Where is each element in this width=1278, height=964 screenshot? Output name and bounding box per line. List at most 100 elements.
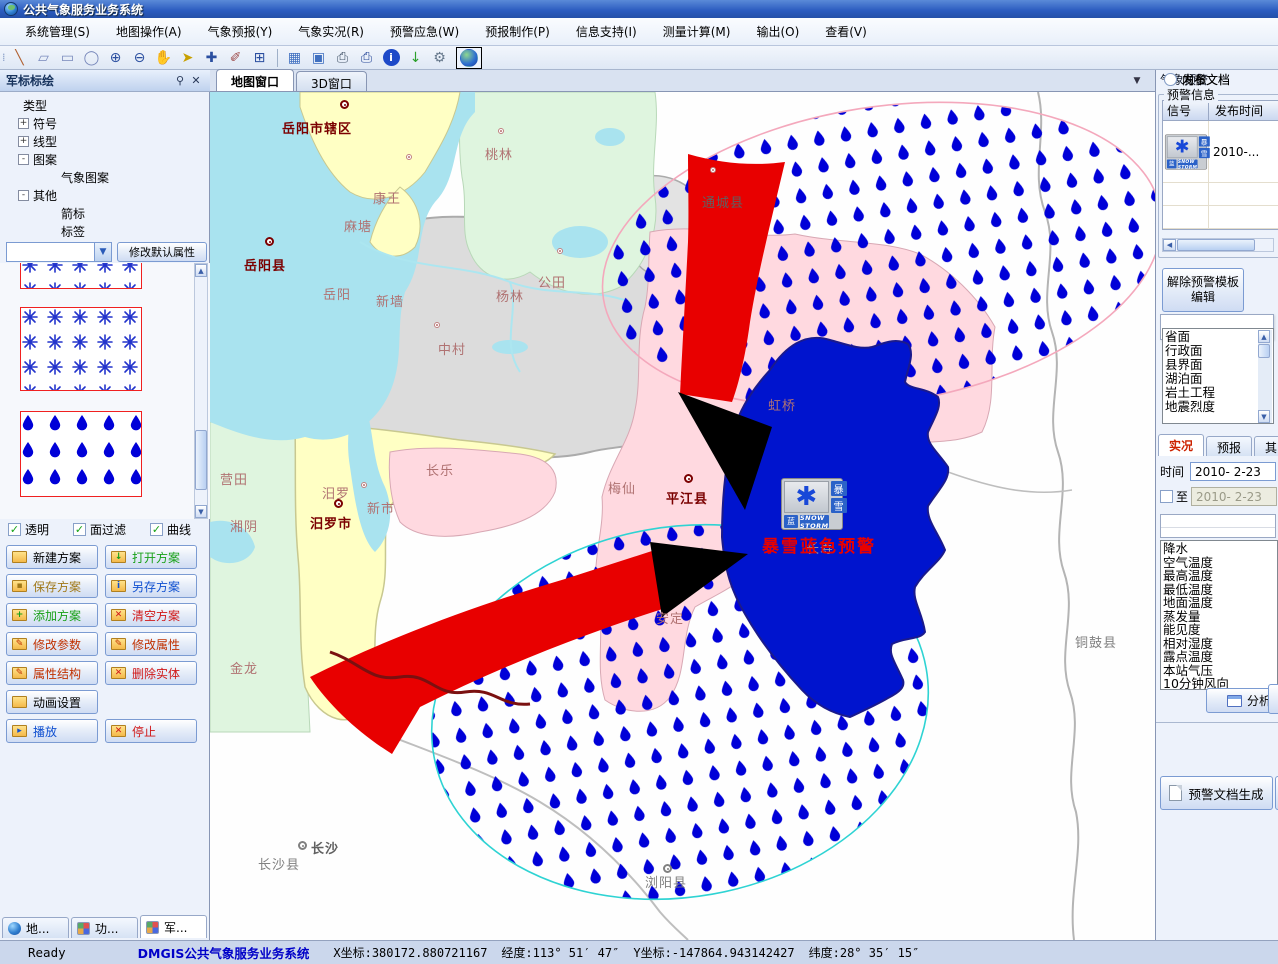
map-tab[interactable]: 3D窗口 <box>296 71 367 91</box>
window-icon[interactable]: ▣ <box>308 48 330 68</box>
rectangle-tool-icon[interactable]: ▭ <box>57 48 79 68</box>
tree-item[interactable]: + 符号 <box>18 114 204 132</box>
panel-tab[interactable]: 军... <box>140 915 207 938</box>
table-row[interactable] <box>1163 183 1278 206</box>
checkbox-box[interactable]: ✓ <box>73 523 86 536</box>
element-list-item[interactable]: 最高温度 <box>1163 569 1277 583</box>
tab[interactable]: 预报 <box>1206 436 1252 456</box>
layer-list-item[interactable]: 湖泊面 <box>1165 372 1273 386</box>
menu-item[interactable]: 气象实况(R) <box>285 19 377 44</box>
print-icon[interactable]: ⎙ <box>332 48 354 68</box>
tree-item[interactable]: 标签 <box>46 222 204 240</box>
zoom-in-icon[interactable]: ⊕ <box>105 48 127 68</box>
ellipse-tool-icon[interactable]: ◯ <box>81 48 103 68</box>
swatch-scrollbar[interactable]: ▲ ▼ <box>194 263 208 519</box>
layer-list-scrollbar[interactable]: ▲ ▼ <box>1258 330 1272 423</box>
element-combo-box[interactable] <box>1160 514 1276 538</box>
time-date-field[interactable]: 2010- 2-23 <box>1190 462 1276 481</box>
panel-tab[interactable]: 地... <box>2 917 69 938</box>
col-signal[interactable]: 信号 <box>1163 101 1209 120</box>
map-canvas[interactable]: 桃林康王麻塘岳阳新墙杨林公田中村虹桥长乐营田汨罗新市湘阴梅仙金龙安定长寿通城县铜… <box>210 92 1155 940</box>
table-hscrollbar[interactable]: ◀ <box>1162 238 1274 252</box>
element-list-item[interactable]: 最低温度 <box>1163 583 1277 597</box>
tree-item[interactable]: 箭标 <box>46 204 204 222</box>
clipped-button[interactable] <box>1268 684 1278 714</box>
tree-expander-icon[interactable]: + <box>18 118 29 129</box>
col-publish-time[interactable]: 发布时间 <box>1209 101 1278 120</box>
menu-item[interactable]: 气象预报(Y) <box>195 19 286 44</box>
polygon-tool-icon[interactable]: ▱ <box>33 48 55 68</box>
generate-warning-doc-button[interactable]: 预警文档生成 <box>1160 776 1273 810</box>
settings-gear-icon[interactable]: ⚙ <box>429 48 451 68</box>
line-tool-icon[interactable]: ╲ <box>9 48 31 68</box>
tree-item[interactable]: - 其他 <box>18 186 204 204</box>
snowflake-pattern-swatch-clipped[interactable] <box>20 263 142 289</box>
globe-tool-icon[interactable]: ● <box>460 49 478 67</box>
to-date-field[interactable]: 2010- 2-23 <box>1191 487 1277 506</box>
checkbox-box[interactable]: ✓ <box>8 523 21 536</box>
to-checkbox[interactable]: ✓ <box>1160 490 1173 503</box>
table-row[interactable]: ✱ 暴雪 蓝SNOW STORM 2010-... <box>1163 121 1278 183</box>
layer-list-item[interactable]: 行政面 <box>1165 344 1273 358</box>
cancel-warning-template-button[interactable]: 解除预警模板编辑 <box>1162 268 1244 312</box>
image-icon[interactable]: ▦ <box>284 48 306 68</box>
zoom-out-icon[interactable]: ⊖ <box>129 48 151 68</box>
element-list-item[interactable]: 露点温度 <box>1163 650 1277 664</box>
tree-item[interactable]: 气象图案 <box>46 168 204 186</box>
info-icon[interactable]: i <box>383 49 400 66</box>
layer-list-item[interactable]: 县界面 <box>1165 358 1273 372</box>
menu-item[interactable]: 查看(V) <box>812 19 880 44</box>
tree-expander-icon[interactable]: - <box>18 190 29 201</box>
snowflake-pattern-swatch[interactable] <box>20 307 142 391</box>
panel-tab[interactable]: 功... <box>71 917 138 938</box>
tree-expander-icon[interactable]: + <box>18 136 29 147</box>
element-list-item[interactable]: 相对湿度 <box>1163 637 1277 651</box>
element-list-item[interactable]: 降水 <box>1163 542 1277 556</box>
print-color-icon[interactable]: ⎙ <box>356 48 378 68</box>
menu-item[interactable]: 地图操作(A) <box>103 19 195 44</box>
snowstorm-warning-sign[interactable]: ✱ 暴 雪 蓝 SNOW STORM <box>781 478 843 530</box>
tree-item[interactable]: + 线型 <box>18 132 204 150</box>
pan-icon[interactable]: ✋ <box>153 48 175 68</box>
menu-item[interactable]: 信息支持(I) <box>563 19 650 44</box>
checkbox[interactable]: ✓ 透明 <box>8 521 49 538</box>
tree-expander-icon[interactable]: - <box>18 154 29 165</box>
toolbar-grip[interactable]: ⁞ <box>2 51 4 64</box>
tabstrip-dropdown-icon[interactable]: ▼ <box>1129 76 1145 86</box>
tree-item[interactable]: 类型 <box>8 96 204 114</box>
tab[interactable]: 其 <box>1254 436 1278 456</box>
download-icon[interactable]: ↓ <box>405 48 427 68</box>
layer-list-item[interactable]: 地震烈度 <box>1165 400 1273 414</box>
tab[interactable]: 实况 <box>1158 434 1204 456</box>
pin-icon[interactable]: ⚲ <box>172 73 188 88</box>
menu-item[interactable]: 输出(O) <box>743 19 812 44</box>
element-list-item[interactable]: 空气温度 <box>1163 556 1277 570</box>
element-list-item[interactable]: 能见度 <box>1163 623 1277 637</box>
raindrop-pattern-swatch[interactable] <box>20 411 142 497</box>
modify-default-attrs-button[interactable]: 修改默认属性 <box>117 242 207 262</box>
move-icon[interactable]: ✚ <box>201 48 223 68</box>
zoom-window-icon[interactable]: ⊞ <box>249 48 271 68</box>
chevron-down-icon[interactable]: ▼ <box>94 243 111 261</box>
checkbox[interactable]: ✓ 曲线 <box>150 521 191 538</box>
element-list-item[interactable]: 地面温度 <box>1163 596 1277 610</box>
element-list-item[interactable]: 蒸发量 <box>1163 610 1277 624</box>
menu-item[interactable]: 预报制作(P) <box>472 19 563 44</box>
map-tab[interactable]: 地图窗口 <box>216 69 294 91</box>
menu-item[interactable]: 测量计算(M) <box>650 19 744 44</box>
menu-item[interactable]: 系统管理(S) <box>12 19 103 44</box>
select-arrow-icon[interactable]: ➤ <box>177 48 199 68</box>
element-list-item[interactable]: 本站气压 <box>1163 664 1277 678</box>
layer-list-item[interactable]: 省面 <box>1165 330 1273 344</box>
brush-icon[interactable]: ✐ <box>225 48 247 68</box>
layer-list-item[interactable]: 岩土工程 <box>1165 386 1273 400</box>
checkbox-box[interactable]: ✓ <box>150 523 163 536</box>
menu-item[interactable]: 预警应急(W) <box>377 19 472 44</box>
symbol-combo[interactable]: ▼ <box>6 242 112 262</box>
tree-item[interactable]: - 图案 <box>18 150 204 168</box>
active-tool-frame: ● <box>456 47 482 69</box>
radio-icon[interactable] <box>1164 73 1177 86</box>
checkbox[interactable]: ✓ 面过滤 <box>73 521 126 538</box>
table-row[interactable] <box>1163 206 1278 229</box>
close-icon[interactable]: ✕ <box>188 73 204 88</box>
